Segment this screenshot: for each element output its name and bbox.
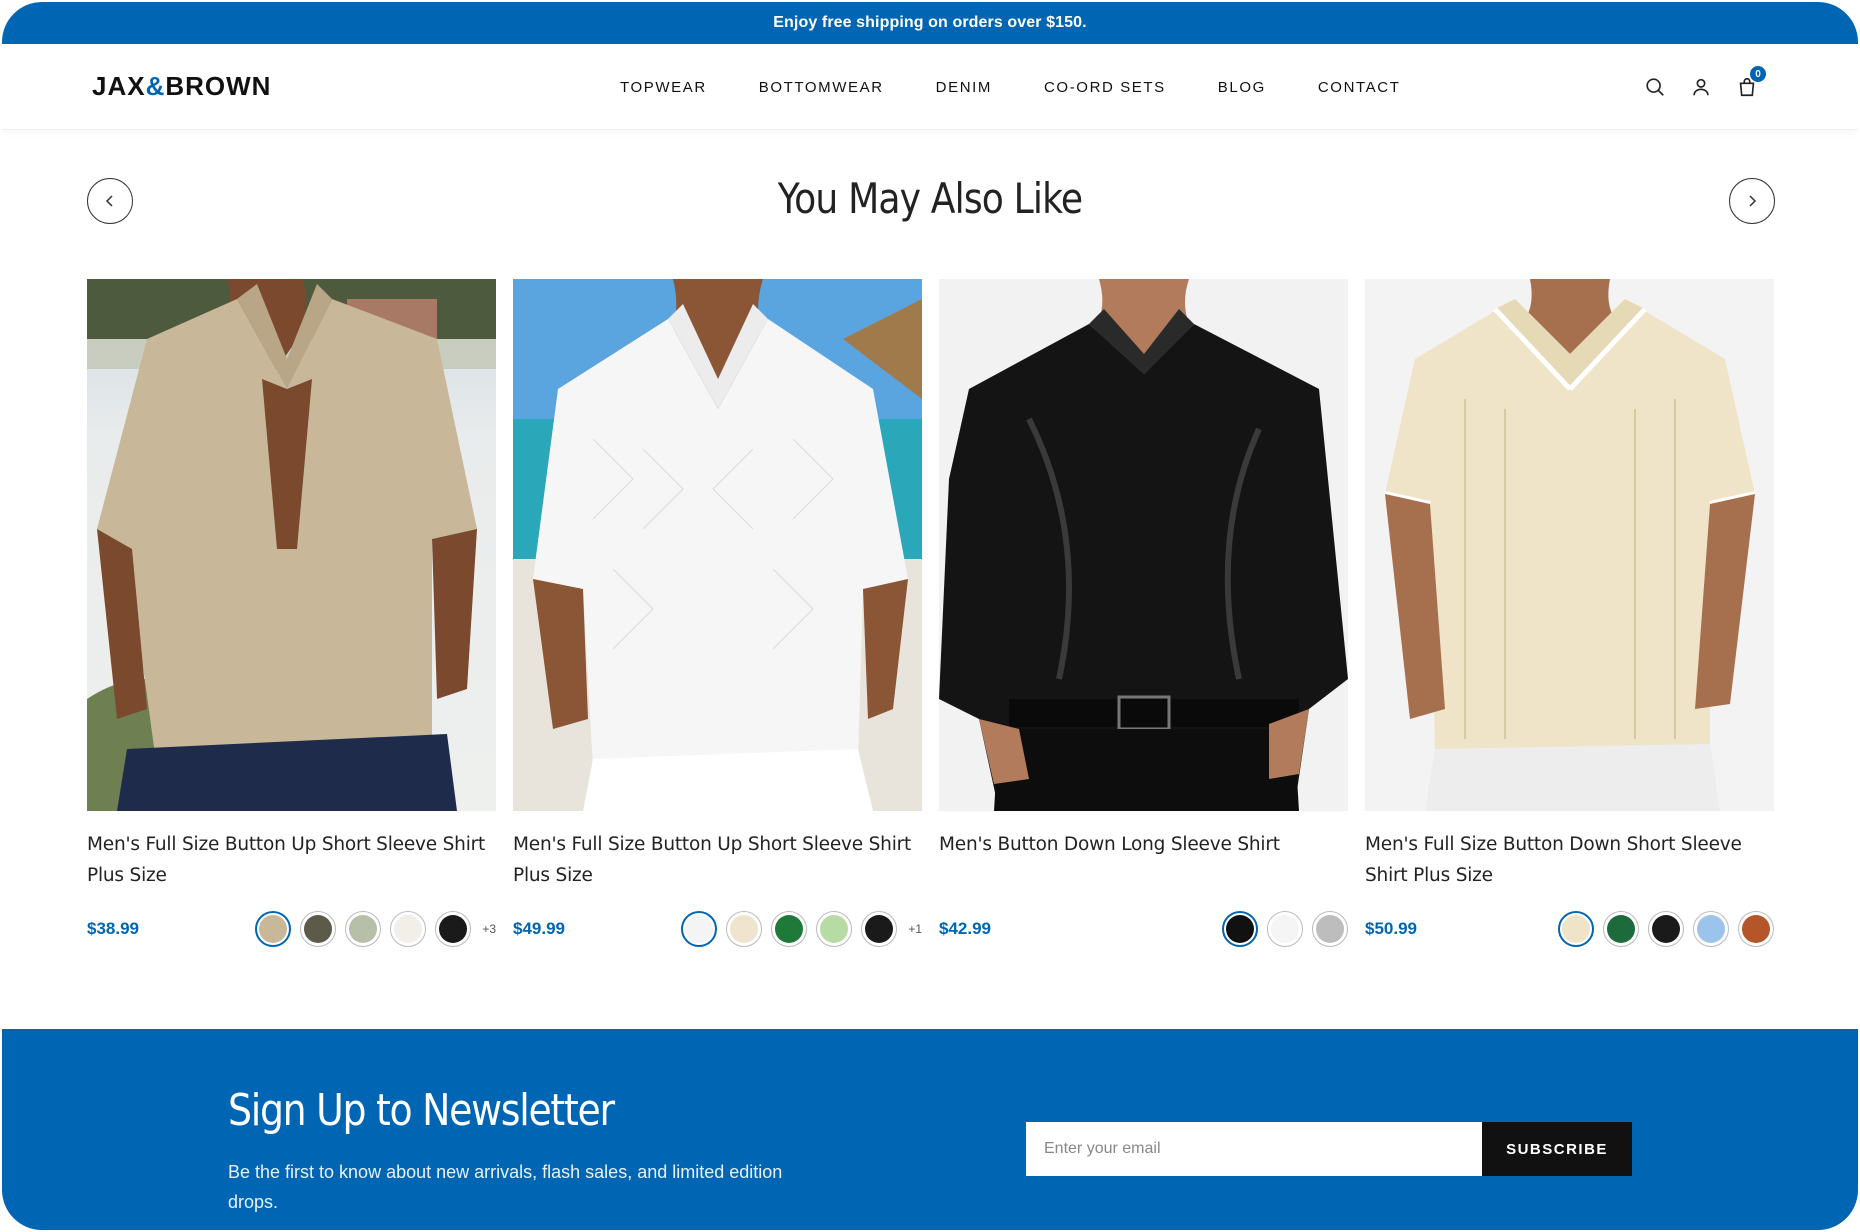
product-image[interactable] bbox=[513, 279, 922, 811]
product-meta: $49.99 +1 bbox=[513, 911, 922, 947]
swatch-color bbox=[1271, 915, 1299, 943]
search-icon[interactable] bbox=[1644, 76, 1666, 98]
nav-topwear[interactable]: TOPWEAR bbox=[620, 79, 707, 96]
color-swatch[interactable] bbox=[816, 911, 853, 947]
swatch-color bbox=[820, 915, 849, 943]
color-swatch[interactable] bbox=[1738, 911, 1774, 947]
product-price: $50.99 bbox=[1365, 919, 1417, 938]
swatch-color bbox=[775, 915, 804, 943]
product-price: $42.99 bbox=[939, 919, 991, 938]
more-colors-count[interactable]: +1 bbox=[908, 922, 922, 936]
product-meta: $50.99 bbox=[1365, 911, 1774, 947]
color-swatch[interactable] bbox=[1603, 911, 1639, 947]
email-input[interactable] bbox=[1026, 1122, 1482, 1176]
swatch-color bbox=[730, 915, 759, 943]
swatch-color bbox=[304, 915, 333, 943]
product-card[interactable]: Men's Full Size Button Down Short Sleeve… bbox=[1365, 279, 1774, 947]
logo-part-2: BROWN bbox=[165, 71, 272, 101]
product-card[interactable]: Men's Button Down Long Sleeve Shirt $42.… bbox=[939, 279, 1348, 947]
product-meta: $38.99 +3 bbox=[87, 911, 496, 947]
newsletter-title: Sign Up to Newsletter bbox=[228, 1085, 615, 1136]
color-swatches bbox=[1558, 911, 1774, 947]
newsletter-description: Be the first to know about new arrivals,… bbox=[228, 1162, 783, 1212]
nav-contact[interactable]: CONTACT bbox=[1318, 79, 1401, 96]
swatch-color bbox=[394, 915, 423, 943]
color-swatch[interactable] bbox=[435, 911, 472, 947]
header-icons: 0 bbox=[1644, 44, 1766, 130]
cart-icon[interactable]: 0 bbox=[1736, 66, 1766, 98]
color-swatch[interactable] bbox=[1558, 911, 1594, 947]
product-carousel: Men's Full Size Button Up Short Sleeve S… bbox=[87, 279, 1774, 947]
color-swatch[interactable] bbox=[345, 911, 382, 947]
account-icon[interactable] bbox=[1690, 76, 1712, 98]
main-nav: TOPWEAR BOTTOMWEAR DENIM CO-ORD SETS BLO… bbox=[620, 44, 1452, 130]
section-title: You May Also Like bbox=[777, 174, 1083, 223]
announcement-bar: Enjoy free shipping on orders over $150. bbox=[2, 2, 1858, 44]
product-name[interactable]: Men's Full Size Button Up Short Sleeve S… bbox=[87, 829, 496, 891]
nav-blog[interactable]: BLOG bbox=[1218, 79, 1266, 96]
swatch-color bbox=[865, 915, 894, 943]
product-name[interactable]: Men's Full Size Button Down Short Sleeve… bbox=[1365, 829, 1774, 891]
swatch-color bbox=[1226, 915, 1254, 943]
page-frame: Enjoy free shipping on orders over $150.… bbox=[2, 2, 1858, 1230]
logo-part-1: JAX bbox=[92, 71, 146, 101]
color-swatch[interactable] bbox=[1222, 911, 1258, 947]
announcement-text: Enjoy free shipping on orders over $150. bbox=[773, 14, 1087, 31]
nav-denim[interactable]: DENIM bbox=[936, 79, 992, 96]
nav-co-ord-sets[interactable]: CO-ORD SETS bbox=[1044, 79, 1166, 96]
color-swatch[interactable] bbox=[1648, 911, 1684, 947]
product-card[interactable]: Men's Full Size Button Up Short Sleeve S… bbox=[87, 279, 496, 947]
swatch-color bbox=[259, 915, 288, 943]
carousel-next-button[interactable] bbox=[1729, 178, 1775, 224]
color-swatch[interactable] bbox=[861, 911, 898, 947]
product-price: $38.99 bbox=[87, 919, 139, 938]
swatch-color bbox=[349, 915, 378, 943]
product-image[interactable] bbox=[1365, 279, 1774, 811]
newsletter-section: Sign Up to Newsletter Be the first to kn… bbox=[2, 1029, 1858, 1230]
swatch-color bbox=[1742, 915, 1770, 943]
color-swatch[interactable] bbox=[300, 911, 337, 947]
color-swatch[interactable] bbox=[771, 911, 808, 947]
color-swatches bbox=[1222, 911, 1348, 947]
newsletter-form: SUBSCRIBE bbox=[1026, 1122, 1632, 1176]
brand-logo[interactable]: JAX&BROWN bbox=[92, 71, 302, 102]
color-swatch[interactable] bbox=[1267, 911, 1303, 947]
chevron-right-icon bbox=[1749, 195, 1757, 207]
color-swatch[interactable] bbox=[1312, 911, 1348, 947]
logo-ampersand: & bbox=[145, 71, 166, 101]
swatch-color bbox=[1697, 915, 1725, 943]
chevron-left-icon bbox=[105, 195, 113, 207]
color-swatch[interactable] bbox=[255, 911, 292, 947]
nav-bottomwear[interactable]: BOTTOMWEAR bbox=[759, 79, 884, 96]
swatch-color bbox=[1652, 915, 1680, 943]
cart-count-badge: 0 bbox=[1750, 66, 1766, 82]
color-swatch[interactable] bbox=[726, 911, 763, 947]
product-card[interactable]: Men's Full Size Button Up Short Sleeve S… bbox=[513, 279, 922, 947]
more-colors-count[interactable]: +3 bbox=[482, 922, 496, 936]
site-header: JAX&BROWN TOPWEAR BOTTOMWEAR DENIM CO-OR… bbox=[2, 44, 1858, 130]
color-swatch[interactable] bbox=[390, 911, 427, 947]
product-meta: $42.99 bbox=[939, 911, 1348, 947]
color-swatches: +1 bbox=[681, 911, 922, 947]
swatch-color bbox=[439, 915, 468, 943]
color-swatch[interactable] bbox=[681, 911, 718, 947]
carousel-prev-button[interactable] bbox=[87, 178, 133, 224]
color-swatch[interactable] bbox=[1693, 911, 1729, 947]
related-products-section: You May Also Like Men's Full Size Button… bbox=[2, 130, 1858, 1027]
product-name[interactable]: Men's Button Down Long Sleeve Shirt bbox=[939, 829, 1348, 891]
product-image[interactable] bbox=[939, 279, 1348, 811]
color-swatches: +3 bbox=[255, 911, 496, 947]
swatch-color bbox=[685, 915, 714, 943]
swatch-color bbox=[1562, 915, 1590, 943]
product-name[interactable]: Men's Full Size Button Up Short Sleeve S… bbox=[513, 829, 922, 891]
product-image[interactable] bbox=[87, 279, 496, 811]
subscribe-button[interactable]: SUBSCRIBE bbox=[1482, 1122, 1632, 1176]
swatch-color bbox=[1316, 915, 1344, 943]
swatch-color bbox=[1607, 915, 1635, 943]
product-price: $49.99 bbox=[513, 919, 565, 938]
